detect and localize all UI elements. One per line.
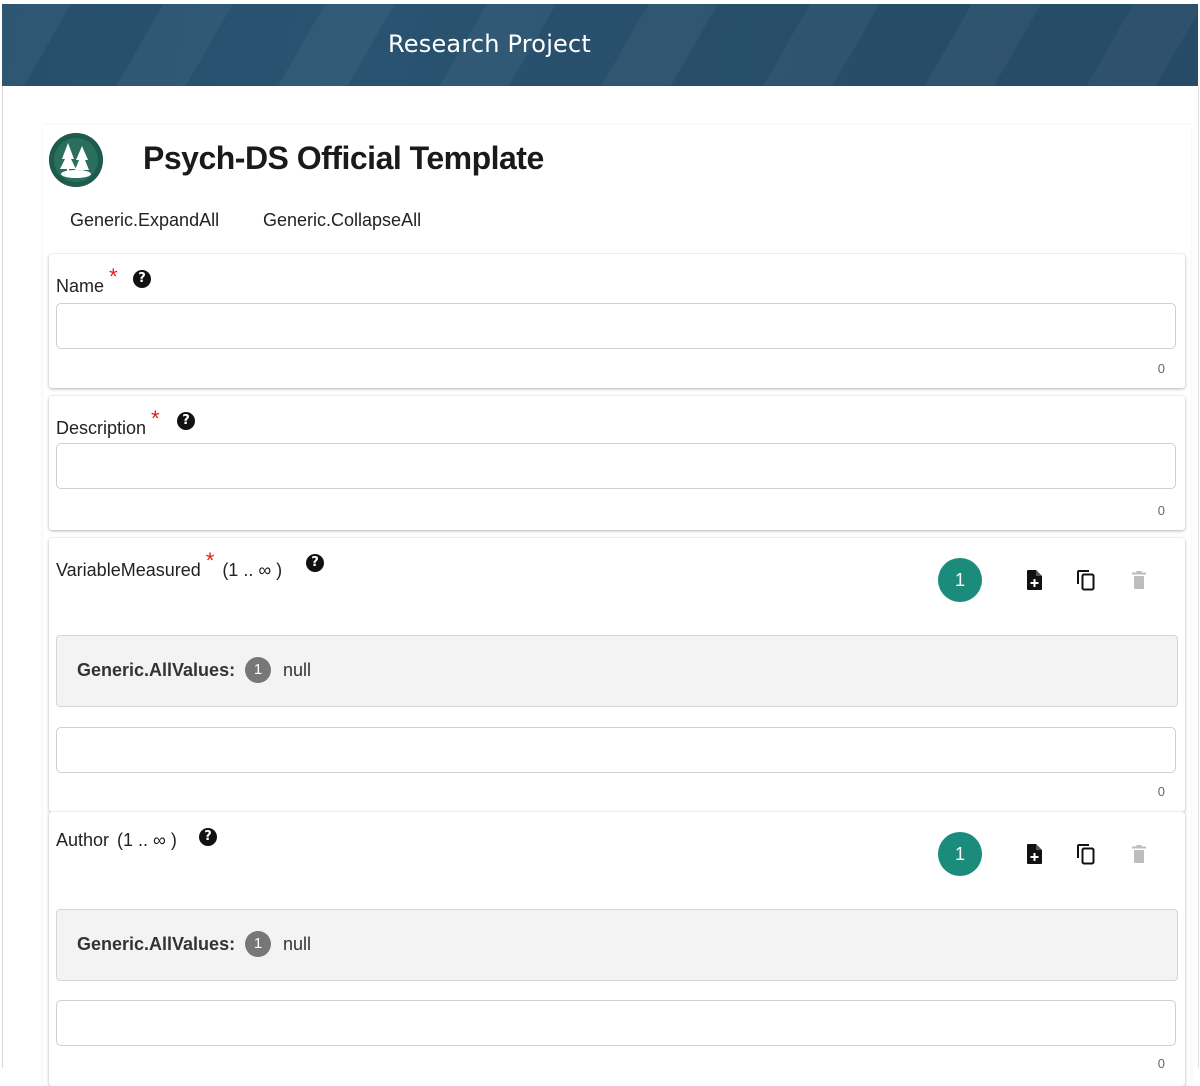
name-label: Name * xyxy=(56,264,118,298)
description-char-counter: 0 xyxy=(1157,503,1165,518)
values-text: null xyxy=(283,934,312,954)
delete-icon[interactable] xyxy=(1127,842,1151,866)
required-marker: * xyxy=(151,406,160,431)
cardinality-label: (1 .. ∞ ) xyxy=(222,560,283,580)
variable-measured-input[interactable] xyxy=(56,727,1176,773)
help-icon[interactable]: ? xyxy=(177,412,195,430)
help-icon[interactable]: ? xyxy=(306,554,324,572)
header-bar: Research Project xyxy=(2,4,1198,86)
copy-icon[interactable] xyxy=(1074,842,1098,866)
description-field-card: Description * ? 0 xyxy=(49,396,1185,530)
template-title: Psych-DS Official Template xyxy=(143,140,544,176)
item-count-badge: 1 xyxy=(938,558,982,602)
add-file-icon[interactable] xyxy=(1022,842,1046,866)
description-label-text: Description xyxy=(56,418,147,438)
author-label: Author (1 .. ∞ ) xyxy=(56,830,177,851)
expand-all-button[interactable]: Generic.ExpandAll xyxy=(70,210,219,231)
name-label-text: Name xyxy=(56,276,105,296)
values-text: null xyxy=(283,660,312,680)
right-divider xyxy=(1198,86,1199,1068)
values-count-badge: 1 xyxy=(245,931,271,957)
values-count-badge: 1 xyxy=(245,657,271,683)
cardinality-label: (1 .. ∞ ) xyxy=(117,830,177,850)
description-input[interactable] xyxy=(56,443,1176,489)
page-title: Research Project xyxy=(388,30,592,58)
description-label: Description * xyxy=(56,406,160,440)
tree-logo-icon xyxy=(49,133,103,187)
variable-measured-char-counter: 0 xyxy=(1157,784,1165,799)
author-field-card: Author (1 .. ∞ ) ? 1 Generic.AllValues: 1… xyxy=(49,812,1185,1086)
required-marker: * xyxy=(205,548,215,573)
item-count-badge: 1 xyxy=(938,832,982,876)
author-input[interactable] xyxy=(56,1000,1176,1046)
author-char-counter: 0 xyxy=(1157,1056,1165,1071)
collapse-all-button[interactable]: Generic.CollapseAll xyxy=(263,210,421,231)
name-field-card: Name * ? 0 xyxy=(49,254,1185,388)
delete-icon[interactable] xyxy=(1127,568,1151,592)
variable-measured-label-text: VariableMeasured xyxy=(56,560,201,580)
all-values-label: Generic.AllValues: xyxy=(77,934,236,954)
left-divider xyxy=(2,86,3,1068)
add-file-icon[interactable] xyxy=(1022,568,1046,592)
all-values-summary[interactable]: Generic.AllValues: 1 null xyxy=(56,909,1178,981)
help-icon[interactable]: ? xyxy=(133,270,151,288)
all-values-summary[interactable]: Generic.AllValues: 1 null xyxy=(56,635,1178,707)
name-char-counter: 0 xyxy=(1157,361,1165,376)
author-label-text: Author xyxy=(56,830,110,850)
name-input[interactable] xyxy=(56,303,1176,349)
copy-icon[interactable] xyxy=(1074,568,1098,592)
help-icon[interactable]: ? xyxy=(199,828,217,846)
all-values-label: Generic.AllValues: xyxy=(77,660,236,680)
variable-measured-field-card: VariableMeasured * (1 .. ∞ ) ? 1 Generic.A… xyxy=(49,538,1185,812)
variable-measured-label: VariableMeasured * (1 .. ∞ ) xyxy=(56,548,283,582)
required-marker: * xyxy=(109,264,118,289)
